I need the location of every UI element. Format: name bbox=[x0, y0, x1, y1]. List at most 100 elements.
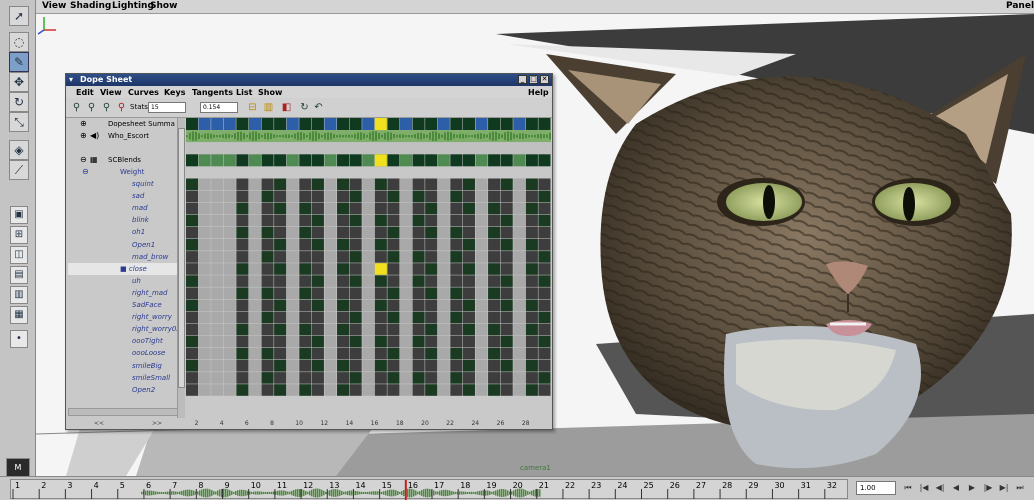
minimize-icon[interactable]: _ bbox=[518, 75, 527, 84]
key-move-tool-icon[interactable]: ⚲ bbox=[70, 101, 83, 114]
outliner-row-channel[interactable]: oooTight bbox=[68, 335, 178, 347]
dope-menu-show[interactable]: Show bbox=[258, 88, 282, 97]
paint-select-tool-icon[interactable]: ✎ bbox=[9, 52, 29, 72]
lasso-tool-icon[interactable]: ◌ bbox=[9, 32, 29, 52]
dope-menu-view[interactable]: View bbox=[100, 88, 122, 97]
layout-options-icon[interactable]: • bbox=[10, 330, 28, 348]
select-tool-icon[interactable]: ➚ bbox=[9, 6, 29, 26]
channel-key-cell bbox=[337, 251, 350, 263]
menu-view[interactable]: View bbox=[42, 1, 66, 11]
expand-icon[interactable]: ⊕ bbox=[80, 130, 87, 142]
dope-menu-list[interactable]: List bbox=[236, 88, 252, 97]
rotate-tool-icon[interactable]: ↻ bbox=[9, 92, 29, 112]
play-forward-icon[interactable]: ▶ bbox=[966, 480, 978, 495]
single-view-layout-icon[interactable]: ▣ bbox=[10, 206, 28, 224]
step-back-key-icon[interactable]: |◀ bbox=[918, 480, 930, 495]
outliner-row-channel[interactable]: squint bbox=[68, 178, 178, 190]
menu-show[interactable]: Show bbox=[150, 1, 177, 11]
channel-key-cell bbox=[538, 299, 551, 312]
dope-sheet-titlebar[interactable]: ▾ Dope Sheet _ □ ✕ bbox=[66, 74, 552, 86]
manipulator-tool-icon[interactable]: ◈ bbox=[9, 140, 29, 160]
outliner-row-channel[interactable]: Open2 bbox=[68, 384, 178, 396]
expand-icon[interactable]: ⊕ bbox=[80, 118, 87, 130]
dope-menu-keys[interactable]: Keys bbox=[164, 88, 185, 97]
current-time-marker[interactable] bbox=[404, 480, 407, 500]
hypershade-layout-icon[interactable]: ▥ bbox=[10, 286, 28, 304]
persp-graph-layout-icon[interactable]: ▤ bbox=[10, 266, 28, 284]
refresh-icon[interactable]: ↻ bbox=[298, 101, 311, 114]
audio-wave-bar bbox=[216, 135, 218, 138]
outliner-row-channel[interactable]: smileSmall bbox=[68, 372, 178, 384]
outliner-row-channel[interactable]: oh1 bbox=[68, 226, 178, 238]
time-slider-track[interactable]: 1 2 3 4 5 6 7 8 9 10 11 12 13 14 15 16 17 18 19 20 21 22 23 24 2… bbox=[10, 479, 848, 500]
frame-all-icon[interactable]: ⊟ bbox=[246, 101, 259, 114]
persp-outliner-layout-icon[interactable]: ◫ bbox=[10, 246, 28, 264]
channel-key-cell bbox=[349, 226, 362, 239]
channel-key-cell bbox=[223, 372, 236, 384]
nav-right-button[interactable]: >> bbox=[152, 420, 162, 427]
undo-view-icon[interactable]: ↶ bbox=[312, 101, 325, 114]
close-icon[interactable]: ✕ bbox=[540, 75, 549, 84]
collapse-icon[interactable]: ⊖ bbox=[80, 154, 87, 166]
maximize-icon[interactable]: □ bbox=[529, 75, 538, 84]
outliner-row-blends[interactable]: ⊖ ▦ SCBlends bbox=[68, 154, 178, 166]
outliner-vertical-scrollbar[interactable] bbox=[177, 118, 185, 418]
move-tool-icon[interactable]: ✥ bbox=[9, 72, 29, 92]
waveform-bar bbox=[471, 491, 473, 495]
channel-key-cell bbox=[324, 239, 337, 251]
outliner-row-audio[interactable]: ⊕ ◀) Who_Escort bbox=[68, 130, 178, 142]
center-current-time-icon[interactable]: ◧ bbox=[280, 101, 293, 114]
menu-lighting[interactable]: Lighting bbox=[112, 1, 154, 11]
four-view-layout-icon[interactable]: ⊞ bbox=[10, 226, 28, 244]
outliner-row-channel[interactable]: oooLoose bbox=[68, 347, 178, 359]
outliner-row-channel[interactable]: right_worry02 bbox=[68, 323, 178, 335]
stats-value-field[interactable]: 0.154 bbox=[200, 102, 238, 113]
dope-menu-help[interactable]: Help bbox=[528, 88, 549, 97]
outliner-row-channel[interactable]: Open1 bbox=[68, 239, 178, 251]
go-end-icon[interactable]: ⏭ bbox=[1014, 480, 1026, 495]
outliner-row-channel[interactable]: right_mad bbox=[68, 287, 178, 299]
key-scale-tool-icon[interactable]: ⚲ bbox=[100, 101, 113, 114]
waveform-bar bbox=[279, 490, 281, 496]
outliner-row-channel[interactable]: blink bbox=[68, 214, 178, 226]
dope-menu-edit[interactable]: Edit bbox=[76, 88, 94, 97]
outliner-row-channel[interactable]: ■ close bbox=[68, 262, 178, 275]
step-forward-key-icon[interactable]: ▶| bbox=[998, 480, 1010, 495]
scroll-thumb[interactable] bbox=[178, 128, 185, 388]
last-tool-icon[interactable]: ⟋ bbox=[9, 160, 29, 180]
outliner-row-channel[interactable]: sad bbox=[68, 190, 178, 202]
summary-key-cell bbox=[337, 118, 350, 131]
key-insert-tool-icon[interactable]: ⚲ bbox=[115, 101, 128, 114]
key-region-tool-icon[interactable]: ⚲ bbox=[85, 101, 98, 114]
dope-sheet-window[interactable]: ▾ Dope Sheet _ □ ✕ Edit View Curves Keys… bbox=[65, 73, 553, 430]
outliner-row-channel[interactable]: uh bbox=[68, 275, 178, 287]
outliner-row-channel[interactable]: SadFace bbox=[68, 299, 178, 311]
stats-frame-field[interactable]: 15 bbox=[148, 102, 186, 113]
play-back-icon[interactable]: ◀ bbox=[950, 480, 962, 495]
playback-speed-field[interactable]: 1.00 bbox=[856, 481, 896, 495]
nav-left-button[interactable]: << bbox=[94, 420, 104, 427]
step-back-icon[interactable]: ◀| bbox=[934, 480, 946, 495]
dope-sheet-key-grid[interactable] bbox=[186, 118, 551, 417]
outliner-row-channel[interactable]: smileBig bbox=[68, 360, 178, 372]
window-menu-icon[interactable]: ▾ bbox=[69, 75, 73, 84]
menu-panels[interactable]: Panels bbox=[1006, 1, 1034, 11]
dopesheet-layout-icon[interactable]: ▦ bbox=[10, 306, 28, 324]
outliner-horizontal-scrollbar[interactable] bbox=[68, 408, 178, 416]
channel-key-cell bbox=[223, 239, 236, 251]
scale-tool-icon[interactable]: ⤡ bbox=[9, 112, 29, 132]
outliner-row-channel[interactable]: mad bbox=[68, 202, 178, 214]
summary-key-cell bbox=[299, 118, 312, 131]
outliner-row-weight[interactable]: ⊖ Weight bbox=[68, 166, 178, 178]
step-forward-icon[interactable]: |▶ bbox=[982, 480, 994, 495]
frame-playback-icon[interactable]: ▥ bbox=[262, 101, 275, 114]
go-start-icon[interactable]: ⏮ bbox=[902, 480, 914, 495]
outliner-row-channel[interactable]: right_worry bbox=[68, 311, 178, 323]
outliner-row-channel[interactable]: mad_brow bbox=[68, 251, 178, 263]
dope-menu-curves[interactable]: Curves bbox=[128, 88, 159, 97]
collapse-icon[interactable]: ⊖ bbox=[82, 166, 89, 178]
menu-shading[interactable]: Shading bbox=[70, 1, 111, 11]
outliner-row-summary[interactable]: ⊕ Dopesheet Summa bbox=[68, 118, 178, 130]
dope-menu-tangents[interactable]: Tangents bbox=[192, 88, 233, 97]
channel-key-cell bbox=[387, 323, 400, 336]
